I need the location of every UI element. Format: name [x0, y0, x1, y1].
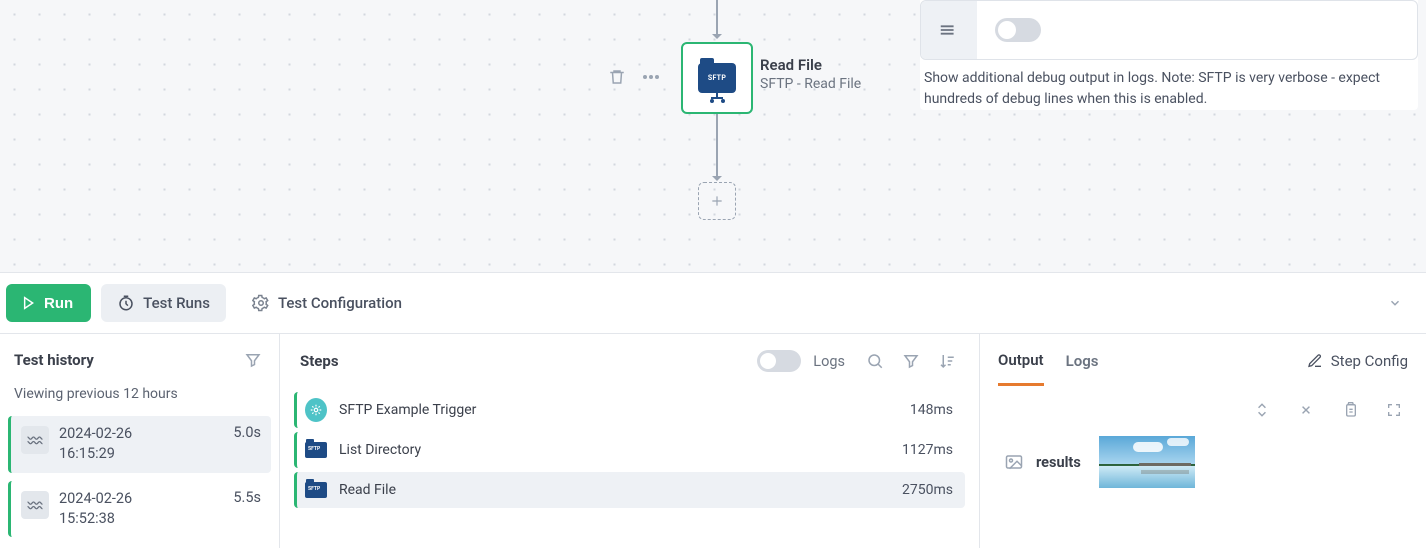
- output-panel: Output Logs Step Config: [980, 334, 1426, 548]
- node-more-actions-button[interactable]: [640, 66, 662, 88]
- result-image-thumbnail[interactable]: [1097, 434, 1197, 490]
- test-history-panel: Test history Viewing previous 12 hours 2…: [0, 334, 280, 548]
- node-subtitle: SFTP - Read File: [760, 76, 861, 92]
- collapse-panel-button[interactable]: [1370, 296, 1420, 310]
- sort-steps-button[interactable]: [935, 349, 959, 373]
- sftp-icon: SFTP: [305, 482, 327, 498]
- step-row[interactable]: SFTP Example Trigger 148ms: [294, 392, 965, 428]
- workflow-canvas[interactable]: SFTP Read File SFTP - Read File Show add…: [0, 0, 1426, 272]
- tab-test-configuration[interactable]: Test Configuration: [236, 284, 418, 322]
- output-result-row[interactable]: results: [1002, 434, 1404, 490]
- history-item[interactable]: 2024-02-26 16:15:29 5.0s: [8, 416, 271, 473]
- node-title: Read File: [760, 56, 861, 74]
- test-toolbar: Run Test Runs Test Configuration: [0, 272, 1426, 334]
- steps-title: Steps: [300, 352, 745, 370]
- run-status-icon: [21, 491, 49, 519]
- history-range-note: Viewing previous 12 hours: [0, 386, 279, 412]
- fullscreen-output-button[interactable]: [1382, 398, 1406, 422]
- expand-all-button[interactable]: [1294, 398, 1318, 422]
- run-status-icon: [21, 426, 49, 454]
- results-label: results: [1036, 454, 1081, 471]
- copy-output-button[interactable]: [1338, 398, 1362, 422]
- image-icon: [1002, 450, 1026, 474]
- connector-arrow-in: [716, 0, 718, 38]
- workflow-node-read-file[interactable]: SFTP: [681, 42, 753, 114]
- tab-test-runs[interactable]: Test Runs: [101, 284, 226, 322]
- add-node-button[interactable]: [698, 182, 736, 220]
- filter-history-button[interactable]: [241, 348, 265, 372]
- step-config-button[interactable]: Step Config: [1307, 352, 1408, 370]
- collapse-all-button[interactable]: [1250, 398, 1274, 422]
- debug-output-toggle[interactable]: [995, 18, 1041, 42]
- tab-output[interactable]: Output: [998, 337, 1044, 386]
- test-history-title: Test history: [14, 351, 231, 369]
- run-button[interactable]: Run: [6, 284, 91, 322]
- connector-arrow-out: [716, 114, 718, 180]
- config-field-icon: [921, 1, 977, 59]
- logs-toggle[interactable]: [757, 350, 801, 372]
- search-steps-button[interactable]: [863, 349, 887, 373]
- trigger-icon: [305, 398, 327, 422]
- debug-config-panel: Show additional debug output in logs. No…: [920, 0, 1418, 110]
- delete-node-button[interactable]: [606, 66, 628, 88]
- step-row[interactable]: SFTP Read File 2750ms: [294, 472, 965, 508]
- sftp-icon: SFTP: [305, 442, 327, 458]
- steps-panel: Steps Logs SFTP Example Trigger: [280, 334, 980, 548]
- node-label: Read File SFTP - Read File: [760, 56, 861, 92]
- tab-logs[interactable]: Logs: [1066, 338, 1099, 384]
- sftp-folder-icon: SFTP: [698, 63, 736, 93]
- filter-steps-button[interactable]: [899, 349, 923, 373]
- debug-description: Show additional debug output in logs. No…: [920, 60, 1418, 110]
- history-item[interactable]: 2024-02-26 15:52:38 5.5s: [8, 481, 271, 538]
- step-row[interactable]: SFTP List Directory 1127ms: [294, 432, 965, 468]
- logs-toggle-label: Logs: [813, 353, 845, 370]
- run-button-label: Run: [44, 295, 73, 312]
